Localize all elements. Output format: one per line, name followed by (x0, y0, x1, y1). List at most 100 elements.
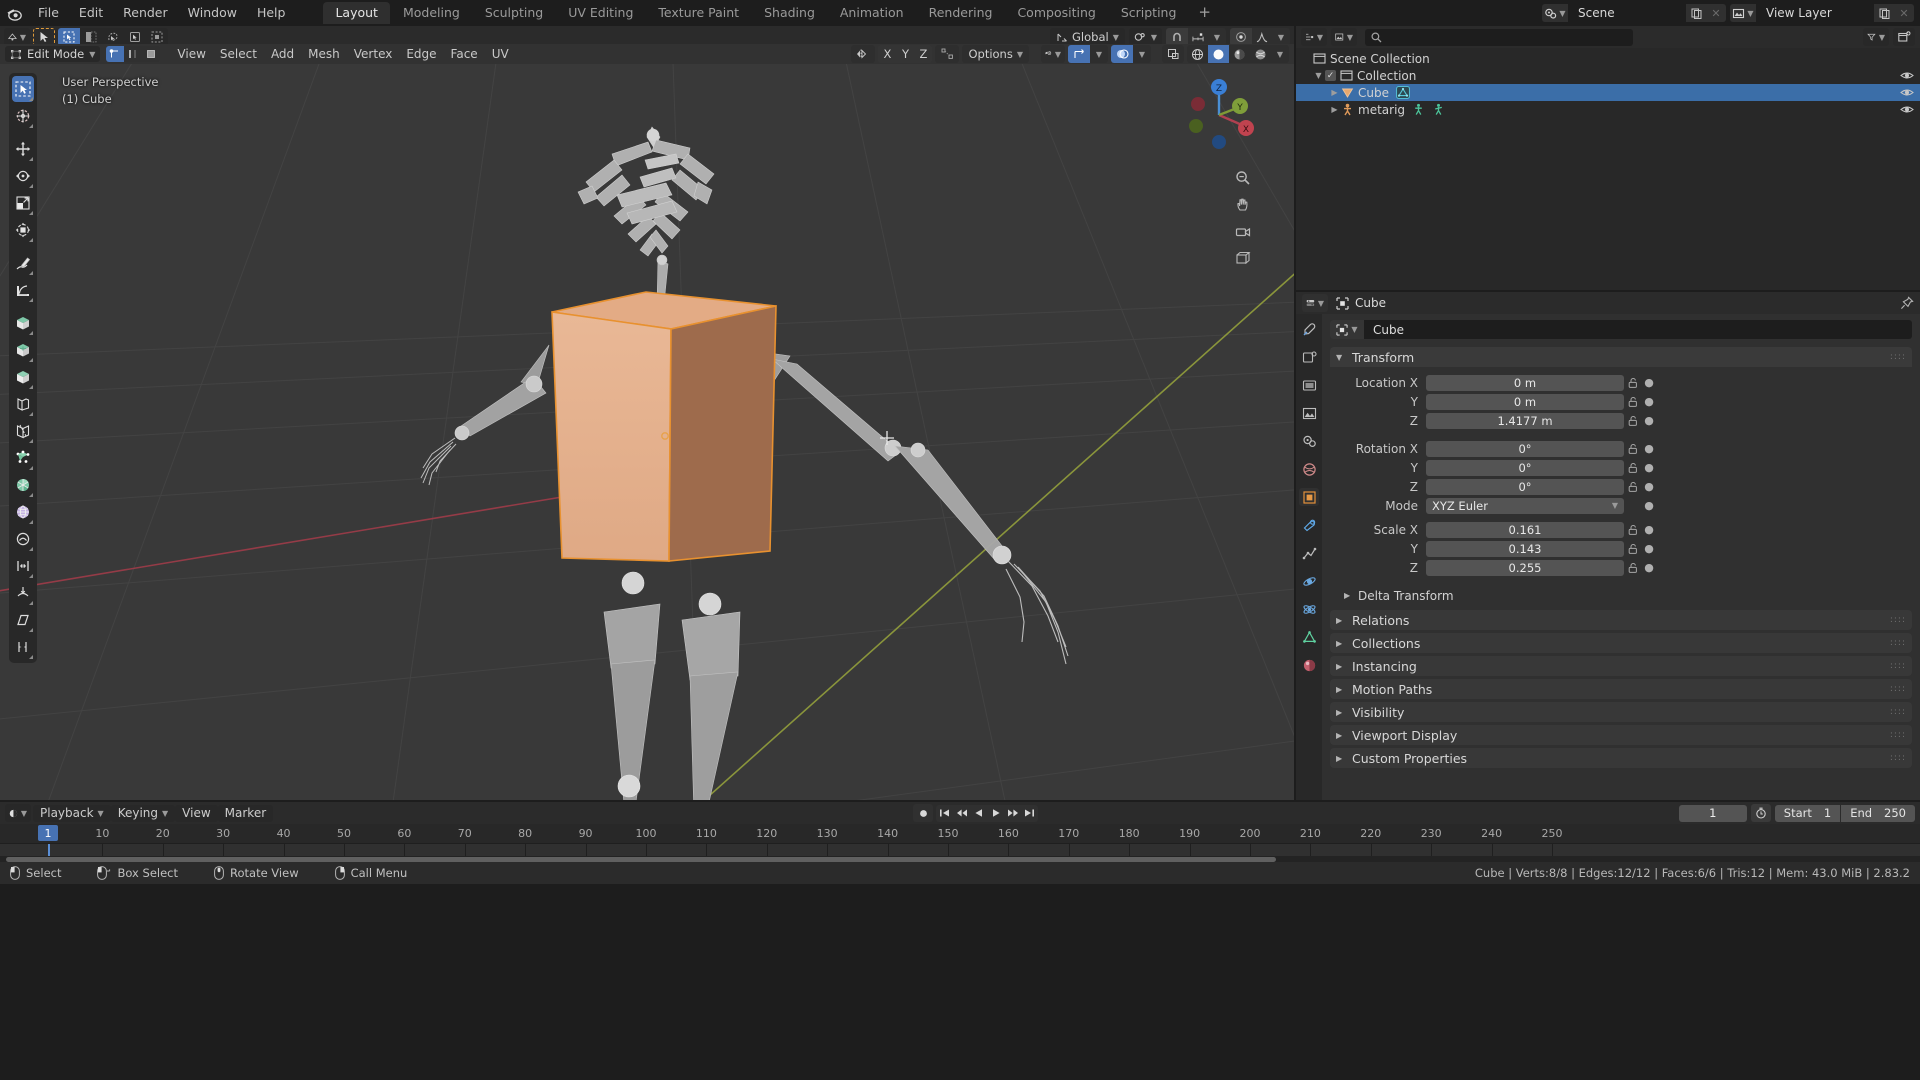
field-value[interactable]: 0° (1426, 459, 1624, 476)
menu-file[interactable]: File (28, 0, 69, 26)
workspace-tab-shading[interactable]: Shading (752, 2, 827, 24)
animate-property-dot[interactable]: ● (1642, 499, 1656, 512)
tool-menu-add[interactable]: Add (264, 44, 301, 64)
transform-panel-header[interactable]: ▼ Transform :::: (1330, 347, 1912, 367)
spin-icon[interactable] (12, 499, 34, 525)
viewlayer-tab-icon[interactable] (1299, 404, 1319, 422)
filter-funnel-icon[interactable]: ▼ (1863, 28, 1889, 46)
outliner-expand-triangle[interactable]: ▼ (1312, 71, 1325, 80)
options-dropdown[interactable]: Options ▼ (962, 45, 1029, 63)
tool-tab-icon[interactable] (1299, 320, 1319, 338)
wireframe-icon[interactable] (1187, 45, 1208, 63)
viewport-3d[interactable]: User Perspective (1) Cube Z Y X (0, 64, 1294, 800)
rendered-icon[interactable] (1250, 45, 1271, 63)
physics-tab-icon[interactable] (1299, 572, 1319, 590)
scene-selector[interactable]: ▼ Scene ✕ (1542, 4, 1726, 22)
viewlayer-name[interactable]: View Layer (1756, 4, 1874, 22)
add-cube-icon[interactable] (12, 310, 34, 336)
timeline-ruler[interactable]: 10 20 30 40 50 60 70 80 90 100 110 120 130 140 150 160 1… (0, 824, 1920, 843)
add-workspace-button[interactable]: + (1189, 2, 1220, 24)
workspace-tab-modeling[interactable]: Modeling (391, 2, 472, 24)
animate-property-dot[interactable]: ● (1642, 461, 1656, 474)
lock-icon[interactable] (1624, 415, 1642, 427)
lock-icon[interactable] (1624, 562, 1642, 574)
lock-icon[interactable] (1624, 481, 1642, 493)
animate-property-dot[interactable]: ● (1642, 395, 1656, 408)
constraints-tab-icon[interactable] (1299, 600, 1319, 618)
shrink-fatten-icon[interactable] (12, 580, 34, 606)
tweak-select-box-icon[interactable] (12, 76, 34, 102)
panel-visibility[interactable]: ▶ Visibility :::: (1330, 702, 1912, 722)
toggle-ortho-icon[interactable] (1234, 250, 1252, 268)
lock-icon[interactable] (1624, 443, 1642, 455)
tool-menu-select[interactable]: Select (213, 44, 264, 64)
timeline-menu-marker[interactable]: Marker (217, 804, 274, 822)
workspace-tab-rendering[interactable]: Rendering (917, 2, 1005, 24)
field-value[interactable]: 0° (1426, 440, 1624, 457)
tool-menu-edge[interactable]: Edge (399, 44, 443, 64)
cursor-3d-icon[interactable] (12, 103, 34, 129)
workspace-tab-scripting[interactable]: Scripting (1109, 2, 1189, 24)
xray-dropdown-chevron-icon[interactable]: ▼ (1133, 45, 1151, 63)
panel-custom-properties[interactable]: ▶ Custom Properties :::: (1330, 748, 1912, 768)
field-value[interactable]: 1.4177 m (1426, 412, 1624, 429)
tool-menu-uv[interactable]: UV (485, 44, 516, 64)
panel-motion-paths[interactable]: ▶ Motion Paths :::: (1330, 679, 1912, 699)
tool-menu-mesh[interactable]: Mesh (301, 44, 347, 64)
field-value[interactable]: 0° (1426, 478, 1624, 495)
field-value[interactable]: 0.161 (1426, 521, 1624, 538)
tool-menu-vertex[interactable]: Vertex (347, 44, 400, 64)
armature-data-icon[interactable] (1412, 103, 1425, 116)
object-icon[interactable]: ▼ (1330, 320, 1364, 339)
mirror-axis-z[interactable]: Z (914, 45, 933, 63)
panel-viewport-display[interactable]: ▶ Viewport Display :::: (1330, 725, 1912, 745)
play-reverse-icon[interactable] (970, 804, 988, 822)
auto-key-icon[interactable] (1750, 804, 1771, 822)
animate-property-dot[interactable]: ● (1642, 414, 1656, 427)
timeline-track-area[interactable] (0, 843, 1920, 856)
object-tab-icon[interactable] (1299, 488, 1319, 506)
outliner-expand-triangle[interactable]: ▶ (1328, 88, 1341, 97)
field-value[interactable]: 0 m (1426, 374, 1624, 391)
new-collection-icon[interactable] (1893, 28, 1915, 46)
particles-tab-icon[interactable] (1299, 544, 1319, 562)
modifier-tab-icon[interactable] (1299, 516, 1319, 534)
material-preview-icon[interactable] (1229, 45, 1250, 63)
outliner-visibility-e3-icon[interactable] (1900, 87, 1914, 98)
topology-mirror-icon[interactable] (935, 45, 960, 63)
outliner-search-input[interactable] (1365, 28, 1633, 46)
solid-icon[interactable] (1208, 45, 1229, 63)
vertex-select-icon[interactable] (106, 46, 125, 62)
panel-relations[interactable]: ▶ Relations :::: (1330, 610, 1912, 630)
panel-collections[interactable]: ▶ Collections :::: (1330, 633, 1912, 653)
next-keyframe-icon[interactable] (1004, 804, 1022, 822)
new-scene-button[interactable] (1686, 4, 1706, 22)
mirror-axis-x[interactable]: X (878, 45, 897, 63)
field-value[interactable]: 0.143 (1426, 540, 1624, 557)
outliner-row-cube[interactable]: ▶ Cube (1296, 84, 1920, 101)
show-overlays-icon[interactable] (1068, 45, 1090, 63)
mesh-triangle-icon[interactable] (1396, 86, 1410, 99)
edge-select-icon[interactable] (124, 46, 143, 62)
workspace-tab-uv-editing[interactable]: UV Editing (556, 2, 645, 24)
scene-name[interactable]: Scene (1568, 4, 1686, 22)
prev-keyframe-icon[interactable] (953, 804, 971, 822)
animate-property-dot[interactable]: ● (1642, 523, 1656, 536)
jump-start-icon[interactable] (936, 804, 954, 822)
workspace-tab-animation[interactable]: Animation (828, 2, 916, 24)
shear-icon[interactable] (12, 607, 34, 633)
start-frame-field[interactable]: Start 1 (1774, 804, 1841, 822)
output-tab-icon[interactable] (1299, 376, 1319, 394)
lock-icon[interactable] (1624, 524, 1642, 536)
pose-icon[interactable] (1432, 103, 1445, 116)
rip-region-icon[interactable] (12, 634, 34, 660)
inset-faces-icon[interactable] (12, 364, 34, 390)
outliner-checkbox[interactable]: ✓ (1325, 70, 1336, 81)
animate-property-dot[interactable]: ● (1642, 542, 1656, 555)
camera-view-icon[interactable] (1234, 223, 1252, 241)
lock-icon[interactable] (1624, 462, 1642, 474)
animate-property-dot[interactable]: ● (1642, 376, 1656, 389)
record-keyframe-icon[interactable] (913, 804, 934, 822)
lock-icon[interactable] (1624, 543, 1642, 555)
blender-logo-icon[interactable] (0, 0, 28, 26)
